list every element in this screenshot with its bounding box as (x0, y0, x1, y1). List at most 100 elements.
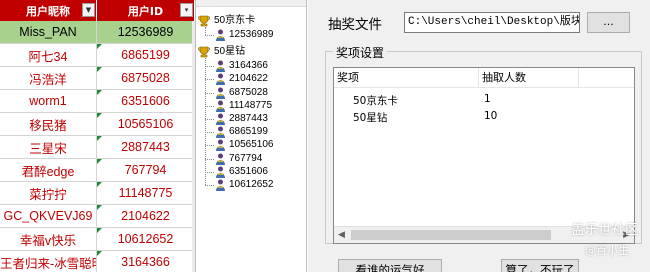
table-row[interactable]: 王者归来-冰雪聪明 3164366 (0, 251, 195, 272)
nickname-cell[interactable]: worm1 (0, 90, 97, 112)
column-header-prize[interactable]: 奖项 (334, 68, 479, 88)
tree-item[interactable]: 767794 (229, 152, 262, 166)
table-row[interactable]: 冯浩洋 6875028 (0, 67, 195, 90)
person-icon (215, 73, 226, 86)
tree-item[interactable]: 12536989 (229, 28, 274, 42)
userid-cell[interactable]: 11148775 (97, 182, 195, 204)
prize-name: 50星钻 (353, 112, 388, 124)
tree-item[interactable]: 6351606 (229, 165, 268, 179)
table-row[interactable]: worm1 6351606 (0, 90, 195, 113)
person-icon (215, 100, 226, 112)
tree-connector (205, 171, 214, 173)
spreadsheet: 用户昵称 ▼ 用户ID ▾ Miss_PAN 12536989 阿七34 686… (0, 0, 195, 272)
person-icon (215, 29, 226, 41)
nickname-cell[interactable]: GC_QKVEVJ69 (0, 205, 97, 227)
tree-item[interactable]: 2104622 (229, 72, 268, 86)
userid-cell[interactable]: 10565106 (97, 113, 195, 135)
userid-cell[interactable]: 2887443 (97, 136, 195, 158)
error-indicator-icon (97, 205, 102, 210)
trophy-icon (198, 15, 210, 27)
scroll-left-icon[interactable]: ◀ (338, 230, 345, 240)
tree-item[interactable]: 2887443 (229, 112, 268, 126)
error-indicator-icon (97, 67, 102, 72)
tree-connector (205, 35, 214, 36)
error-indicator-icon (97, 251, 102, 256)
table-row[interactable]: 移民猪 10565106 (0, 113, 195, 136)
tree-item[interactable]: 10612652 (229, 178, 274, 192)
nickname-cell[interactable]: 幸福v快乐 (0, 228, 97, 250)
nickname-cell[interactable]: 三星宋 (0, 136, 97, 158)
userid-cell[interactable]: 3164366 (97, 251, 195, 272)
scroll-thumb[interactable] (351, 230, 551, 240)
prize-count: 1 (484, 93, 491, 105)
tree-connector (205, 119, 214, 120)
tree-connector (205, 105, 214, 107)
file-label: 抽奖文件 (328, 17, 382, 33)
tree-item[interactable]: 10565106 (229, 138, 274, 152)
userid-cell[interactable]: 767794 (97, 159, 195, 181)
column-header-userid-label: 用户ID (127, 4, 164, 18)
table-row[interactable]: GC_QKVEVJ69 2104622 (0, 205, 195, 228)
person-icon (215, 179, 226, 191)
tree-connector (205, 79, 214, 81)
file-path-input[interactable]: C:\Users\cheil\Desktop\版块活 (404, 12, 580, 33)
tree-connector (205, 185, 214, 186)
trophy-icon (198, 46, 210, 58)
table-row[interactable]: 菜拧拧 11148775 (0, 182, 195, 205)
tree-connector (205, 132, 214, 134)
column-header-nickname[interactable]: 用户昵称 ▼ (0, 0, 97, 21)
error-indicator-icon (97, 182, 102, 187)
tree-item[interactable]: 3164366 (229, 59, 268, 73)
error-indicator-icon (97, 113, 102, 118)
nickname-cell[interactable]: 君醉edge (0, 159, 97, 181)
column-header-userid[interactable]: 用户ID ▾ (97, 0, 195, 21)
nickname-cell[interactable]: Miss_PAN (0, 21, 97, 43)
error-indicator-icon (97, 44, 102, 49)
error-indicator-icon (97, 90, 102, 95)
userid-cell[interactable]: 6865199 (97, 44, 195, 66)
tree-item[interactable]: 6875028 (229, 86, 268, 100)
tree-group-node[interactable]: 50京东卡 (214, 14, 255, 28)
draw-button[interactable]: 看谁的运气好 (338, 259, 442, 272)
nickname-cell[interactable]: 王者归来-冰雪聪明 (0, 251, 97, 272)
table-row[interactable]: 阿七34 6865199 (0, 44, 195, 67)
quit-button[interactable]: 算了，不玩了 (501, 259, 579, 272)
tree-group-node[interactable]: 50星钻 (214, 45, 245, 59)
tree-connector (205, 92, 214, 94)
table-row[interactable]: Miss_PAN 12536989 (0, 21, 195, 44)
nickname-cell[interactable]: 移民猪 (0, 113, 97, 135)
sort-filter-icon[interactable]: ▾ (180, 3, 193, 17)
tree-item[interactable]: 11148775 (229, 99, 272, 113)
prize-settings-title: 奖项设置 (333, 44, 388, 61)
person-icon (215, 60, 226, 73)
column-header-nickname-label: 用户昵称 (26, 4, 70, 18)
tree-scrollbar[interactable] (196, 0, 306, 7)
userid-cell[interactable]: 12536989 (97, 21, 195, 43)
error-indicator-icon (97, 136, 102, 141)
filter-dropdown-icon[interactable]: ▼ (82, 3, 95, 17)
winners-tree[interactable]: 50京东卡 12536989 50星钻 3164366 2104622 6875028 11… (195, 0, 307, 272)
table-row[interactable]: 三星宋 2887443 (0, 136, 195, 159)
tree-connector (205, 158, 214, 160)
tree-connector (205, 58, 206, 185)
list-item[interactable]: 50京东卡 1 (334, 91, 634, 108)
table-row[interactable]: 君醉edge 767794 (0, 159, 195, 182)
browse-button[interactable]: ... (587, 12, 630, 33)
userid-cell[interactable]: 6875028 (97, 67, 195, 89)
tree-item[interactable]: 6865199 (229, 125, 268, 139)
column-header-count[interactable]: 抽取人数 (479, 68, 579, 88)
person-icon (215, 139, 226, 152)
person-icon (215, 87, 226, 99)
nickname-cell[interactable]: 冯浩洋 (0, 67, 97, 89)
nickname-cell[interactable]: 菜拧拧 (0, 182, 97, 204)
sheet-header-row: 用户昵称 ▼ 用户ID ▾ (0, 0, 195, 21)
tree-connector (205, 145, 214, 147)
list-item[interactable]: 50星钻 10 (334, 108, 634, 125)
table-row[interactable]: 幸福v快乐 10612652 (0, 228, 195, 251)
userid-cell[interactable]: 2104622 (97, 205, 195, 227)
userid-cell[interactable]: 10612652 (97, 228, 195, 250)
nickname-cell[interactable]: 阿七34 (0, 44, 97, 66)
person-icon (215, 153, 226, 165)
prize-name: 50京东卡 (353, 95, 398, 107)
userid-cell[interactable]: 6351606 (97, 90, 195, 112)
